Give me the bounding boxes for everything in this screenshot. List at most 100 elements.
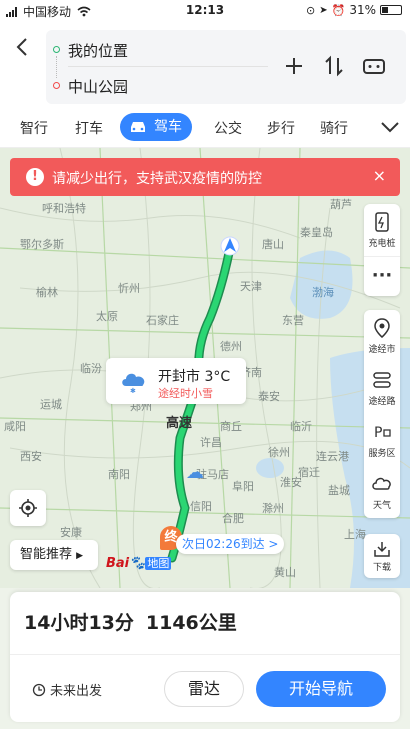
svg-text:✱: ✱	[130, 387, 136, 394]
locate-button[interactable]	[10, 490, 46, 526]
epidemic-alert-banner[interactable]: ! 请减少出行，支持武汉疫情的防控 ×	[10, 158, 400, 196]
tab-bike[interactable]: 骑行	[320, 118, 348, 138]
more-icon: ···	[371, 265, 393, 286]
city-label: 许昌	[200, 436, 222, 449]
city-label: 信阳	[190, 500, 212, 513]
via-city-button[interactable]: 途经市	[364, 310, 400, 362]
city-label: 榆林	[36, 286, 58, 299]
cloud-icon	[364, 474, 400, 494]
charging-pile-button[interactable]: 充电桩	[364, 204, 400, 256]
alarm-icon: ⏰	[331, 3, 346, 17]
city-label: 太原	[96, 310, 118, 323]
logo-suffix: 地图	[145, 557, 172, 570]
download-button[interactable]: 下载	[364, 534, 400, 578]
tab-smart[interactable]: 智行	[20, 118, 48, 138]
route-summary[interactable]: 14小时13分 1146公里	[24, 608, 237, 635]
tab-taxi[interactable]: 打车	[75, 118, 103, 138]
download-label: 下载	[372, 563, 391, 573]
smart-recommend-label: 智能推荐	[20, 547, 73, 562]
city-label: 商丘	[220, 420, 242, 433]
city-label: 德州	[220, 340, 242, 353]
smart-recommend-button[interactable]: 智能推荐 ▶	[10, 540, 98, 570]
start-dot-icon	[53, 46, 60, 53]
duration: 14小时13分	[24, 612, 134, 634]
city-label: 忻州	[118, 282, 140, 295]
more-button[interactable]: ···	[364, 256, 400, 296]
city-label: 东营	[282, 314, 304, 327]
weather-label: 天气	[372, 501, 391, 511]
weather-note: 途经时小雪	[158, 387, 213, 400]
service-area-button[interactable]: P 服务区	[364, 414, 400, 466]
future-depart-label: 未来出发	[50, 684, 103, 699]
tab-drive-label: 驾车	[154, 119, 182, 135]
tab-drive[interactable]: 驾车	[120, 113, 192, 141]
city-label: 临沂	[290, 420, 312, 433]
status-bar: 中国移动 12:13 ⊙ ➤ ⏰ 31%	[0, 0, 410, 22]
paw-icon: 🐾	[129, 556, 146, 571]
charging-tool-group: 充电桩 ···	[364, 204, 400, 296]
sea-label: 渤海	[312, 286, 334, 299]
add-waypoint-icon[interactable]	[280, 52, 308, 80]
city-label: 葫芦	[330, 198, 352, 211]
service-area-icon: P	[364, 422, 400, 442]
svg-text:P: P	[374, 425, 382, 441]
future-depart-button[interactable]: 未来出发	[32, 680, 102, 699]
city-label: 呼和浩特	[42, 202, 86, 215]
battery-icon	[380, 5, 402, 15]
travel-mode-tabs: 智行 打车 驾车 公交 步行 骑行	[0, 108, 410, 148]
weather-popup[interactable]: ✱ 开封市 3°C 途经时小雪	[106, 358, 246, 404]
city-label: 徐州	[268, 446, 290, 459]
divider	[10, 654, 400, 655]
weather-city-temp: 开封市 3°C	[158, 369, 231, 385]
charging-pile-label: 充电桩	[368, 239, 396, 249]
arrival-time[interactable]: 次日02:26到达 >	[176, 534, 285, 554]
city-label: 上海	[344, 528, 366, 541]
city-label: 合肥	[222, 512, 244, 525]
city-label: 安康	[60, 526, 82, 539]
city-label: 咸阳	[4, 420, 26, 433]
route-header: 我的位置 中山公园	[0, 22, 410, 108]
city-label: 运城	[40, 398, 62, 411]
alert-text: 请减少出行，支持武汉疫情的防控	[52, 171, 262, 187]
route-input-box: 我的位置 中山公园	[46, 30, 406, 104]
tab-transit[interactable]: 公交	[214, 118, 242, 138]
radar-button[interactable]: 雷达	[164, 671, 244, 707]
city-label: 石家庄	[146, 314, 179, 327]
divider	[68, 66, 268, 67]
close-icon[interactable]: ×	[373, 166, 386, 185]
battery-percent: 31%	[349, 3, 376, 17]
road-icon	[364, 370, 400, 390]
start-navigation-button[interactable]: 开始导航	[256, 671, 386, 707]
via-city-label: 途经市	[368, 345, 396, 355]
city-label: 淮安	[280, 476, 302, 489]
city-label: 秦皇岛	[300, 226, 333, 239]
car-icon	[131, 122, 145, 132]
end-dot-icon	[53, 82, 60, 89]
route-connector	[56, 56, 57, 78]
logo-text: Bai	[106, 556, 130, 571]
triangle-right-icon: ▶	[76, 551, 84, 561]
city-label: 西安	[20, 450, 42, 463]
weather-button[interactable]: 天气	[364, 466, 400, 518]
route-tool-group: 途经市 途经路 P 服务区 天气	[364, 310, 400, 518]
back-icon[interactable]	[12, 36, 34, 58]
city-label: 临汾	[80, 362, 102, 375]
city-label: 阜阳	[232, 480, 254, 493]
distance: 1146公里	[145, 612, 237, 634]
city-label: 泰安	[258, 390, 280, 403]
chevron-down-icon[interactable]	[380, 120, 400, 134]
city-label: 唐山	[262, 238, 284, 251]
highway-label: 高速	[166, 416, 193, 431]
swap-icon[interactable]	[320, 52, 348, 80]
info-icon: !	[26, 168, 44, 186]
destination-field[interactable]: 中山公园	[68, 76, 128, 97]
origin-field[interactable]: 我的位置	[68, 40, 128, 61]
city-label: 盐城	[328, 484, 350, 497]
via-road-button[interactable]: 途经路	[364, 362, 400, 414]
city-label: 连云港	[316, 450, 349, 463]
tab-walk[interactable]: 步行	[267, 118, 295, 138]
service-area-label: 服务区	[368, 449, 396, 459]
weather-cloud-icon: ☁	[186, 462, 204, 483]
city-label: 滁州	[262, 502, 284, 515]
car-settings-icon[interactable]	[360, 52, 388, 80]
